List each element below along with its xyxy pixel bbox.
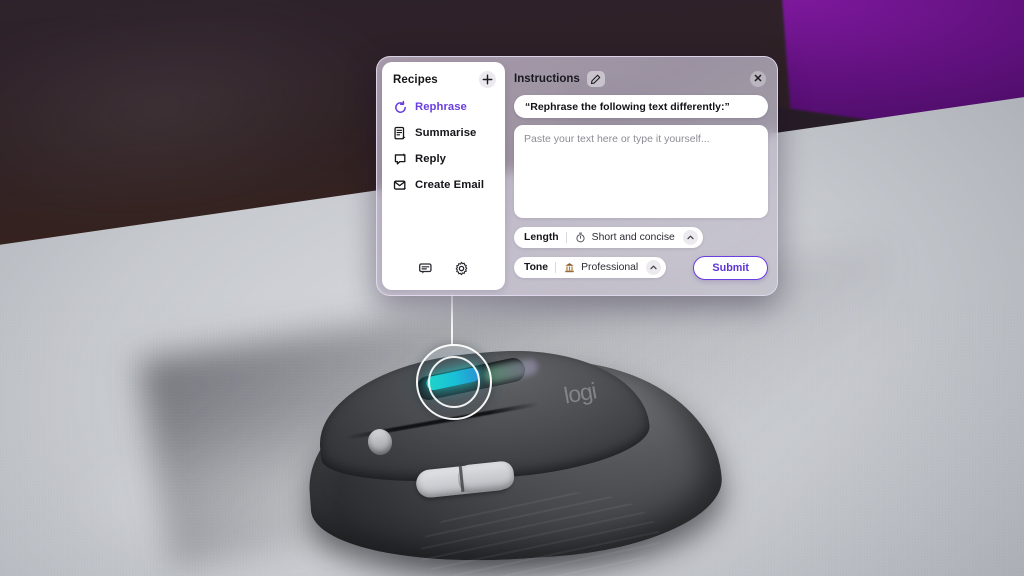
sidebar-item-create-email[interactable]: Create Email xyxy=(382,176,505,194)
sidebar-item-reply[interactable]: Reply xyxy=(382,150,505,168)
sidebar-item-label: Rephrase xyxy=(415,101,467,113)
tone-value: Professional xyxy=(581,262,639,273)
gear-icon[interactable] xyxy=(454,260,470,276)
sidebar-item-label: Summarise xyxy=(415,127,477,139)
computer-mouse: logi xyxy=(298,338,736,576)
recipes-sidebar: Recipes Rephrase Summarise Reply Create … xyxy=(382,62,505,290)
document-sparkle-icon xyxy=(392,125,408,141)
edit-instructions-button[interactable] xyxy=(586,71,605,87)
divider xyxy=(565,232,567,243)
sidebar-title: Recipes xyxy=(393,73,438,86)
close-button[interactable]: ✕ xyxy=(750,71,766,87)
ai-assistant-panel: Recipes Rephrase Summarise Reply Create … xyxy=(376,56,778,296)
callout-ring-inner xyxy=(428,356,480,408)
instructions-panel: Instructions ✕ “Rephrase the following t… xyxy=(510,62,772,290)
sidebar-item-summarise[interactable]: Summarise xyxy=(382,124,505,142)
sidebar-footer xyxy=(382,260,505,290)
prompt-text[interactable]: “Rephrase the following text differently… xyxy=(514,95,768,118)
text-input-area[interactable]: Paste your text here or type it yourself… xyxy=(514,125,768,218)
instructions-header: Instructions xyxy=(510,62,772,87)
chat-icon[interactable] xyxy=(418,260,434,276)
reply-sparkle-icon xyxy=(392,151,408,167)
plus-icon xyxy=(482,74,493,85)
length-value: Short and concise xyxy=(591,232,675,243)
submit-row: Submit xyxy=(693,256,768,280)
sidebar-item-label: Reply xyxy=(415,153,447,165)
length-selector[interactable]: Length Short and concise xyxy=(514,227,703,248)
callout-leader-line xyxy=(451,293,453,345)
chevron-up-icon[interactable] xyxy=(646,260,662,275)
business-icon xyxy=(563,261,576,274)
sidebar-item-label: Create Email xyxy=(415,179,485,191)
recipes-list: Rephrase Summarise Reply Create Email xyxy=(382,92,505,194)
tone-selector[interactable]: Tone Professional xyxy=(514,257,667,278)
stopwatch-icon xyxy=(574,231,587,244)
divider xyxy=(555,262,557,273)
mail-sparkle-icon xyxy=(392,177,408,193)
length-label: Length xyxy=(524,232,559,243)
sidebar-item-rephrase[interactable]: Rephrase xyxy=(382,98,505,116)
chevron-up-icon[interactable] xyxy=(682,230,698,245)
pencil-icon xyxy=(591,74,601,84)
logitech-logo: logi xyxy=(561,377,598,409)
add-recipe-button[interactable] xyxy=(479,71,496,88)
submit-button[interactable]: Submit xyxy=(693,256,768,280)
length-option-row: Length Short and concise xyxy=(514,227,768,248)
refresh-icon xyxy=(392,99,408,115)
instructions-title: Instructions xyxy=(514,73,580,85)
tone-label: Tone xyxy=(524,262,549,273)
sidebar-header: Recipes xyxy=(382,62,505,92)
